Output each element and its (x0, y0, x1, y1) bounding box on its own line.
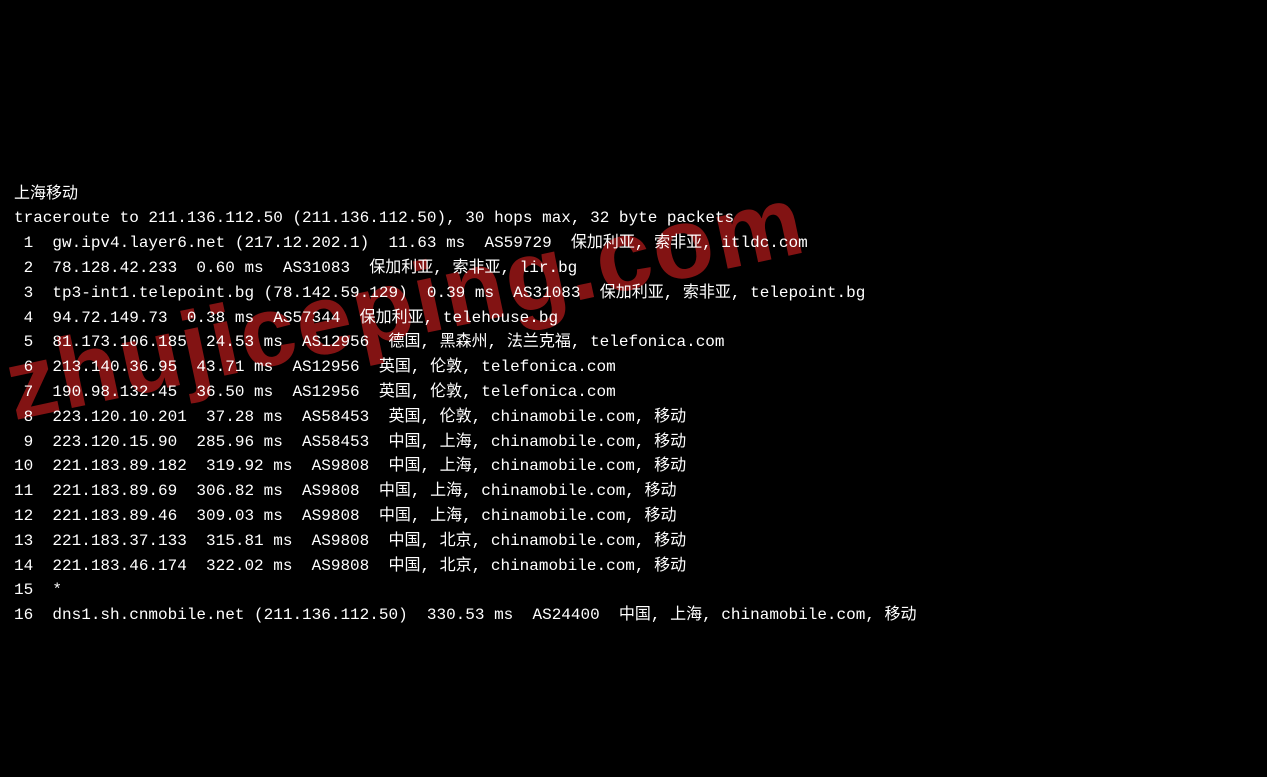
hop-line: 190.98.132.45 36.50 ms AS12956 英国, 伦敦, t… (52, 383, 615, 401)
hop-number: 1 (14, 231, 33, 256)
hop-number: 10 (14, 454, 33, 479)
hop-line: * (52, 581, 62, 599)
hop-number: 8 (14, 405, 33, 430)
hop-line: 78.128.42.233 0.60 ms AS31083 保加利亚, 索非亚,… (52, 259, 577, 277)
hop-number: 3 (14, 281, 33, 306)
hop-line: 94.72.149.73 0.38 ms AS57344 保加利亚, teleh… (52, 309, 558, 327)
hop-line: 221.183.89.182 319.92 ms AS9808 中国, 上海, … (52, 457, 686, 475)
hop-line: 81.173.106.185 24.53 ms AS12956 德国, 黑森州,… (52, 333, 724, 351)
hop-number: 9 (14, 430, 33, 455)
hop-line: 221.183.89.46 309.03 ms AS9808 中国, 上海, c… (52, 507, 676, 525)
hop-line: 223.120.10.201 37.28 ms AS58453 英国, 伦敦, … (52, 408, 686, 426)
hop-line: 221.183.46.174 322.02 ms AS9808 中国, 北京, … (52, 557, 686, 575)
hop-number: 4 (14, 306, 33, 331)
hop-line: 213.140.36.95 43.71 ms AS12956 英国, 伦敦, t… (52, 358, 615, 376)
hop-list: 1 gw.ipv4.layer6.net (217.12.202.1) 11.6… (14, 231, 1253, 628)
hop-number: 15 (14, 578, 33, 603)
hop-line: gw.ipv4.layer6.net (217.12.202.1) 11.63 … (52, 234, 807, 252)
hop-line: dns1.sh.cnmobile.net (211.136.112.50) 33… (52, 606, 916, 624)
hop-number: 12 (14, 504, 33, 529)
hop-number: 7 (14, 380, 33, 405)
hop-number: 2 (14, 256, 33, 281)
hop-line: 223.120.15.90 285.96 ms AS58453 中国, 上海, … (52, 433, 686, 451)
hop-line: tp3-int1.telepoint.bg (78.142.59.129) 0.… (52, 284, 865, 302)
hop-line: 221.183.37.133 315.81 ms AS9808 中国, 北京, … (52, 532, 686, 550)
hop-number: 6 (14, 355, 33, 380)
traceroute-title: 上海移动 (14, 185, 78, 203)
traceroute-header: traceroute to 211.136.112.50 (211.136.11… (14, 209, 734, 227)
hop-number: 14 (14, 554, 33, 579)
hop-line: 221.183.89.69 306.82 ms AS9808 中国, 上海, c… (52, 482, 676, 500)
hop-number: 5 (14, 330, 33, 355)
hop-number: 11 (14, 479, 33, 504)
terminal-output: 上海移动 traceroute to 211.136.112.50 (211.1… (14, 157, 1253, 653)
hop-number: 16 (14, 603, 33, 628)
